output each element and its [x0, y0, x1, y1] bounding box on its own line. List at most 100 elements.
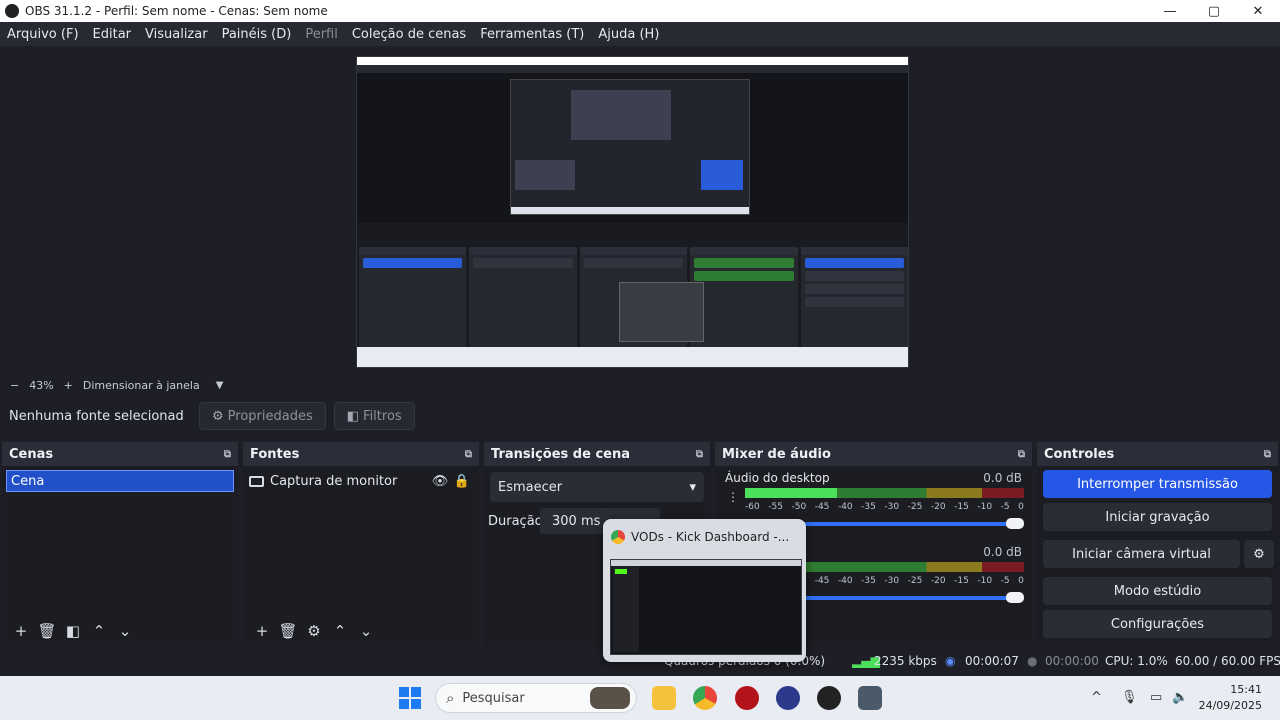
file-explorer-icon[interactable] [652, 686, 676, 710]
scenes-list: Cena + 🗑 ◧ ⌃ ⌄ [2, 466, 238, 646]
undock-icon[interactable]: ⧉ [224, 449, 231, 460]
search-highlight-image [590, 687, 630, 709]
meter-scale-tick: -45 [814, 502, 830, 512]
volume-meter-level [745, 488, 838, 498]
menu-bar: Arquivo (F) Editar Visualizar Painéis (D… [0, 22, 1280, 46]
nested-preview [357, 73, 908, 223]
menu-ajuda[interactable]: Ajuda (H) [591, 27, 666, 42]
menu-colecao-de-cenas[interactable]: Coleção de cenas [345, 27, 473, 42]
volume-icon[interactable]: 🔈 [1172, 690, 1188, 705]
obs-taskbar-icon[interactable] [817, 686, 841, 710]
nested-control-button [804, 297, 905, 307]
menu-visualizar[interactable]: Visualizar [138, 27, 215, 42]
eye-icon[interactable]: 👁 [429, 474, 451, 489]
nested-meter [694, 271, 794, 281]
transition-selected-label: Esmaecer [498, 479, 563, 495]
track-menu-icon[interactable]: ⋮ [727, 490, 739, 504]
volume-fader-knob[interactable] [1006, 518, 1024, 529]
start-virtual-camera-button[interactable]: Iniciar câmera virtual [1043, 540, 1240, 568]
move-down-chevron-icon[interactable]: ⌄ [112, 622, 138, 640]
windows-start-icon[interactable] [399, 687, 421, 709]
meter-scale-tick: -20 [930, 576, 946, 586]
sources-list: Captura de monitor 👁 🔒 + 🗑 ⚙ ⌃ ⌄ [243, 466, 479, 646]
properties-button[interactable]: ⚙ Propriedades [199, 402, 326, 430]
scene-item[interactable]: Cena [6, 470, 234, 492]
add-source-plus-icon[interactable]: + [249, 622, 275, 640]
scenes-dock: Cenas ⧉ Cena + 🗑 ◧ ⌃ ⌄ [2, 442, 238, 646]
menu-arquivo[interactable]: Arquivo (F) [0, 27, 86, 42]
remove-scene-trash-icon[interactable]: 🗑 [34, 622, 60, 640]
controls-body: Interromper transmissão Iniciar gravação… [1037, 466, 1278, 646]
meter-scale-tick: -20 [930, 502, 946, 512]
taskbar-thumbnail-popup[interactable]: VODs - Kick Dashboard -... [603, 519, 806, 662]
transitions-dock-title: Transições de cena [491, 446, 630, 462]
start-recording-button[interactable]: Iniciar gravação [1043, 503, 1272, 531]
taskbar-clock[interactable]: 15:41 24/09/2025 [1199, 682, 1262, 714]
nested-dock [359, 247, 467, 347]
audio-mixer-dock-title: Mixer de áudio [722, 446, 831, 462]
meter-scale-tick: -30 [884, 576, 900, 586]
meter-scale-tick: -30 [884, 502, 900, 512]
controls-dock-title: Controles [1044, 446, 1115, 462]
chrome-taskbar-icon[interactable] [693, 686, 717, 710]
minimize-button[interactable]: — [1148, 4, 1192, 19]
isp-app-icon[interactable] [776, 686, 800, 710]
zoom-out-button[interactable]: − [10, 379, 19, 392]
window-titlebar: OBS 31.1.2 - Perfil: Sem nome - Cenas: S… [0, 0, 1280, 22]
menu-paineis[interactable]: Painéis (D) [215, 27, 299, 42]
undock-icon[interactable]: ⧉ [1018, 449, 1025, 460]
popup-title: VODs - Kick Dashboard -... [631, 530, 790, 544]
filters-button[interactable]: ◧ Filtros [333, 402, 415, 430]
scenes-toolbar: + 🗑 ◧ ⌃ ⌄ [2, 616, 238, 646]
meter-scale-tick: -35 [861, 576, 876, 586]
menu-ferramentas[interactable]: Ferramentas (T) [473, 27, 591, 42]
scale-mode-label[interactable]: Dimensionar à janela [83, 379, 200, 392]
nested-scene-item [363, 258, 463, 268]
virtual-camera-settings-gear-icon[interactable]: ⚙ [1244, 540, 1274, 568]
close-button[interactable]: ✕ [1236, 4, 1280, 19]
scenes-dock-header: Cenas ⧉ [2, 442, 238, 466]
remove-source-trash-icon[interactable]: 🗑 [275, 622, 301, 640]
meter-scale-tick: -40 [837, 502, 853, 512]
scene-filters-icon[interactable]: ◧ [60, 622, 86, 640]
volume-fader-knob[interactable] [1006, 592, 1024, 603]
lock-icon[interactable]: 🔒 [451, 474, 473, 489]
nested-inner-taskbar [511, 207, 749, 214]
transitions-dock-header: Transições de cena ⧉ [484, 442, 710, 466]
move-up-chevron-icon[interactable]: ⌃ [86, 622, 112, 640]
maximize-button[interactable]: ▢ [1192, 4, 1236, 19]
network-icon[interactable]: ▭ [1150, 690, 1162, 705]
menu-editar[interactable]: Editar [86, 27, 139, 42]
scale-mode-chevron-down-icon[interactable]: ▼ [216, 380, 224, 391]
meter-scale-tick: 0 [1018, 576, 1024, 586]
tray-chevron-up-icon[interactable]: ^ [1091, 690, 1102, 705]
meter-scale-tick: -60 [745, 502, 760, 512]
virtual-cam-row: Iniciar câmera virtual ⚙ [1037, 536, 1278, 573]
transition-select[interactable]: Esmaecer ▾ [490, 472, 704, 502]
nested-control-button [804, 271, 905, 281]
add-scene-plus-icon[interactable]: + [8, 622, 34, 640]
fps: 60.00 / 60.00 FPS [1175, 654, 1280, 668]
source-properties-gear-icon[interactable]: ⚙ [301, 622, 327, 640]
monitor-icon [249, 475, 264, 487]
photo-app-icon[interactable] [858, 686, 882, 710]
controls-dock: Controles ⧉ Interromper transmissão Inic… [1037, 442, 1278, 646]
undock-icon[interactable]: ⧉ [696, 449, 703, 460]
zoom-in-button[interactable]: + [64, 379, 73, 392]
duration-label: Duração [488, 513, 543, 529]
move-down-chevron-icon[interactable]: ⌄ [353, 622, 379, 640]
nested-dock [469, 247, 577, 347]
app-red-icon[interactable] [735, 686, 759, 710]
studio-mode-button[interactable]: Modo estúdio [1043, 577, 1272, 605]
program-preview[interactable] [0, 46, 1280, 376]
volume-meter [745, 488, 1024, 498]
settings-button[interactable]: Configurações [1043, 610, 1272, 638]
taskbar-search[interactable]: ⌕ Pesquisar [435, 683, 637, 713]
move-up-chevron-icon[interactable]: ⌃ [327, 622, 353, 640]
undock-icon[interactable]: ⧉ [1264, 449, 1271, 460]
undock-icon[interactable]: ⧉ [465, 449, 472, 460]
nested-titlebar [357, 57, 908, 65]
stop-stream-button[interactable]: Interromper transmissão [1043, 470, 1272, 498]
microphone-icon[interactable]: 🎙 [1121, 690, 1138, 705]
source-item[interactable]: Captura de monitor 👁 🔒 [249, 470, 473, 492]
